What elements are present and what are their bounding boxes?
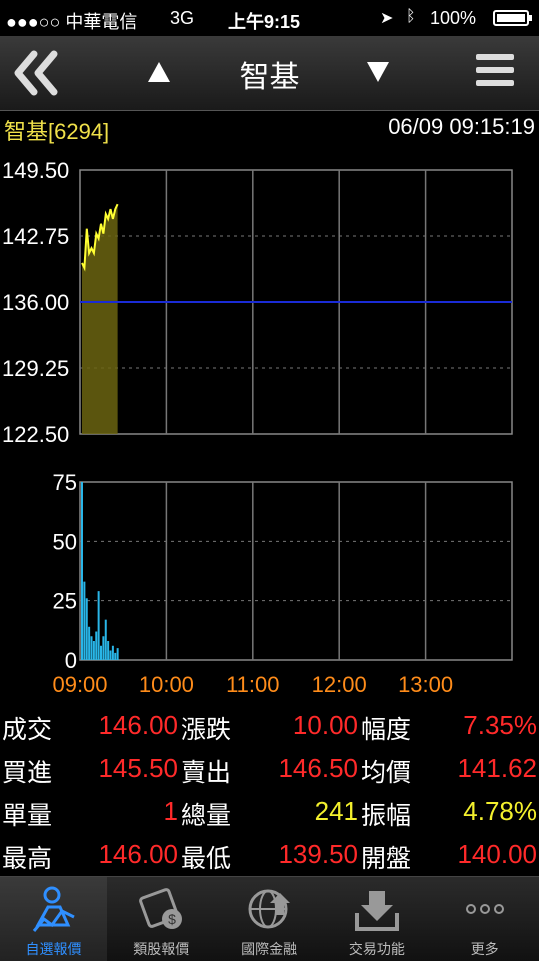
volume-tick-label: 0: [65, 648, 77, 673]
quote-label: 振幅: [361, 801, 412, 830]
time-tick-label: 09:00: [52, 672, 107, 697]
price-tick-label: 129.25: [2, 356, 69, 381]
price-tick-label: 136.00: [2, 290, 69, 315]
next-stock-arrow-icon[interactable]: [367, 62, 389, 82]
quote-value: 140.00: [457, 839, 537, 869]
quote-value: 4.78%: [463, 796, 537, 826]
tab-1[interactable]: 自選報價: [0, 877, 107, 961]
quote-label: 最低: [181, 844, 232, 873]
volume-tick-label: 25: [53, 589, 77, 614]
quote-label: 成交: [2, 715, 53, 744]
nav-bar: 智基: [0, 36, 539, 111]
tab-4[interactable]: 交易功能: [323, 877, 430, 961]
status-time: 上午9:15: [228, 12, 301, 32]
quote-table: 成交 146.00 漲跌 10.00 幅度 7.35% 買進 145.50 賣出 146.50 均價…: [0, 706, 539, 878]
svg-text:$: $: [168, 911, 176, 927]
network-type: 3G: [170, 8, 195, 28]
volume-chart[interactable]: 75 50 25 0 09:00 10:00 11:00 12:00 13:00: [0, 470, 539, 700]
tab-bar: 自選報價 $ 類股報價 國際金融 交易功能 更多: [0, 876, 539, 961]
quote-value: 146.00: [98, 839, 178, 869]
price-chart[interactable]: 149.50 142.75 136.00 129.25 122.50: [0, 160, 539, 450]
price-tick-label: 149.50: [2, 160, 69, 183]
battery-icon: [493, 10, 532, 26]
location-icon: ➤: [380, 10, 394, 27]
volume-tick-label: 75: [53, 470, 77, 495]
status-bar: ●●●○○ 中華電信 3G 上午9:15 ➤ ᛒ 100%: [0, 0, 539, 36]
quote-label: 單量: [2, 801, 53, 830]
quote-value: 145.50: [98, 753, 178, 783]
quote-datetime: 06/09 09:15:19: [388, 114, 535, 139]
tab-label: 類股報價: [133, 942, 190, 958]
tab-5[interactable]: 更多: [431, 877, 538, 961]
price-tick-label: 142.75: [2, 224, 69, 249]
tab-label: 更多: [470, 942, 499, 958]
tab-label: 自選報價: [25, 942, 82, 958]
download-tray-icon: [355, 891, 400, 931]
quote-label: 幅度: [361, 715, 412, 744]
volume-chart-frame: [79, 481, 513, 661]
film-coin-icon: $: [138, 888, 182, 929]
quote-value: 7.35%: [463, 710, 537, 740]
stock-name: 智基[6294]: [4, 119, 110, 144]
battery-percent: 100%: [430, 8, 477, 28]
stock-header: 智基[6294] 06/09 09:15:19: [0, 112, 539, 144]
quote-value: 146.50: [278, 753, 358, 783]
quote-row: 成交 146.00 漲跌 10.00 幅度 7.35%: [0, 706, 539, 749]
price-tick-label: 122.50: [2, 422, 69, 447]
quote-label: 買進: [2, 758, 53, 787]
carrier-signal: ●●●○○ 中華電信: [6, 12, 138, 32]
quote-label: 最高: [2, 844, 53, 873]
quote-row: 買進 145.50 賣出 146.50 均價 141.62: [0, 749, 539, 792]
tab-label: 國際金融: [241, 942, 298, 958]
time-tick-label: 10:00: [139, 672, 194, 697]
quote-value: 146.00: [98, 710, 178, 740]
more-dots-icon: [466, 904, 505, 914]
quote-row: 單量 1 總量 241 振幅 4.78%: [0, 792, 539, 835]
tab-3[interactable]: 國際金融: [216, 877, 323, 961]
tab-2[interactable]: $ 類股報價: [108, 877, 215, 961]
menu-icon[interactable]: [476, 54, 514, 92]
quote-value: 1: [163, 796, 178, 826]
quote-row: 最高 146.00 最低 139.50 開盤 140.00: [0, 835, 539, 878]
quote-value: 241: [314, 796, 358, 826]
quote-label: 開盤: [361, 844, 412, 873]
globe-icon: [248, 889, 290, 929]
volume-tick-label: 50: [53, 529, 77, 554]
quote-value: 141.62: [457, 753, 537, 783]
person-chart-icon: [32, 886, 75, 932]
quote-label: 賣出: [181, 758, 232, 787]
quote-label: 均價: [361, 758, 412, 787]
quote-value: 10.00: [292, 710, 358, 740]
quote-label: 總量: [181, 801, 232, 830]
tab-label: 交易功能: [348, 942, 405, 958]
quote-value: 139.50: [278, 839, 358, 869]
time-tick-label: 12:00: [312, 672, 367, 697]
bluetooth-icon: ᛒ: [406, 8, 416, 25]
quote-label: 漲跌: [181, 715, 232, 744]
page-title: 智基: [239, 60, 300, 95]
time-tick-label: 11:00: [226, 672, 279, 697]
time-tick-label: 13:00: [398, 672, 453, 697]
